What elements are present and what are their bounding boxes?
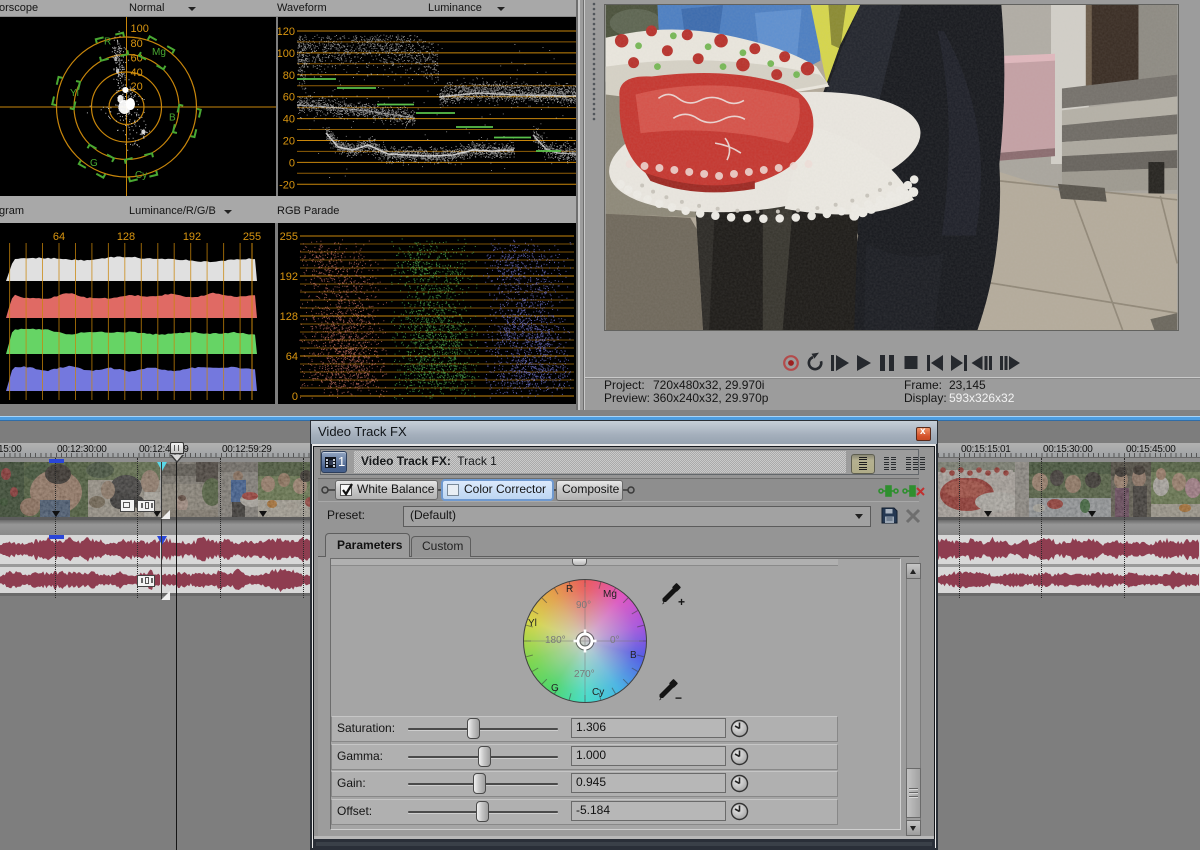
svg-text:B: B <box>169 113 176 124</box>
svg-text:40: 40 <box>131 67 143 79</box>
svg-text:100: 100 <box>278 48 295 60</box>
svg-text:20: 20 <box>283 136 295 148</box>
svg-text:80: 80 <box>131 38 143 50</box>
svg-text:128: 128 <box>280 311 298 323</box>
svg-text:64: 64 <box>53 231 65 243</box>
svg-text:0: 0 <box>289 157 295 169</box>
svg-text:−: − <box>675 691 682 705</box>
svg-text:60: 60 <box>283 92 295 104</box>
svg-text:192: 192 <box>280 271 298 283</box>
svg-text:Mg: Mg <box>152 47 166 58</box>
svg-text:R: R <box>104 37 111 48</box>
svg-text:255: 255 <box>243 231 261 243</box>
svg-text:20: 20 <box>131 81 143 93</box>
svg-text:60: 60 <box>131 53 143 65</box>
svg-text:64: 64 <box>286 351 298 363</box>
svg-text:192: 192 <box>183 231 201 243</box>
svg-text:80: 80 <box>283 70 295 82</box>
svg-text:128: 128 <box>117 231 135 243</box>
svg-text:G: G <box>90 158 98 169</box>
svg-text:255: 255 <box>280 231 298 243</box>
svg-text:100: 100 <box>131 23 149 35</box>
svg-text:+: + <box>678 595 685 609</box>
svg-text:40: 40 <box>283 114 295 126</box>
svg-text:120: 120 <box>278 26 295 38</box>
svg-text:-20: -20 <box>279 179 295 191</box>
svg-text:Yl: Yl <box>70 88 79 99</box>
svg-text:Cy: Cy <box>135 170 147 181</box>
svg-text:0: 0 <box>292 391 298 403</box>
